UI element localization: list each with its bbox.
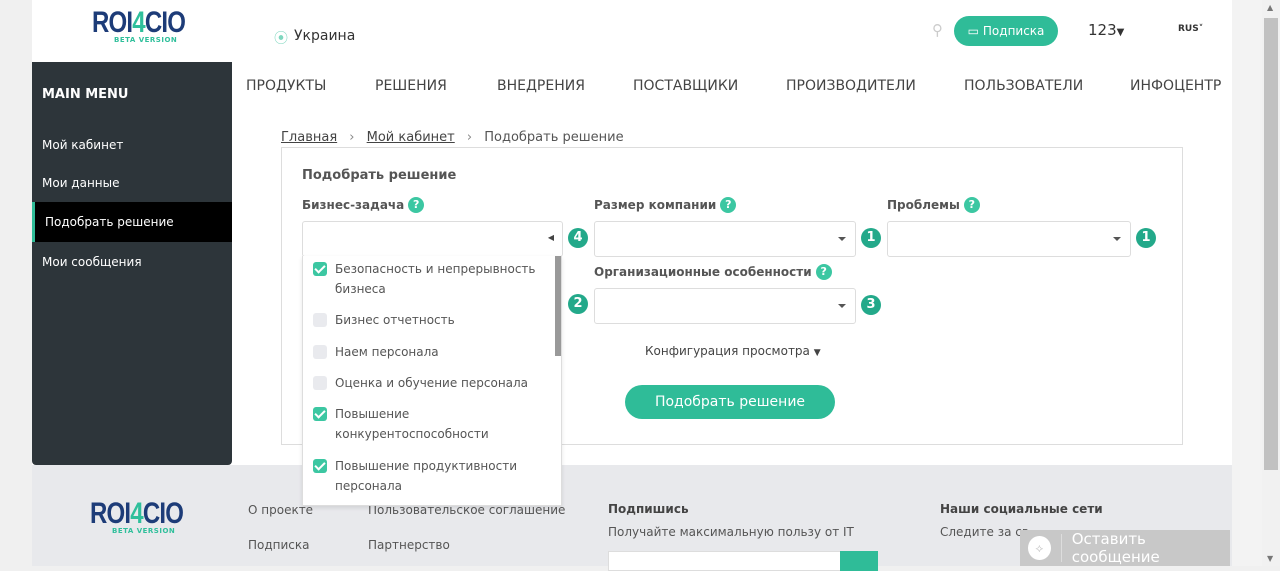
- caret-down-icon: ▼: [1116, 27, 1125, 38]
- label-text: Проблемы: [887, 198, 960, 212]
- problems-count: 1: [1136, 228, 1156, 248]
- subscribe-button[interactable]: ▭ Подписка: [954, 16, 1058, 46]
- search-icon[interactable]: ⚲: [932, 21, 943, 39]
- footer-subscribe-title: Подпишись: [608, 502, 689, 516]
- nav-vendors[interactable]: ПРОИЗВОДИТЕЛИ: [786, 78, 916, 94]
- footer-social-text: Следите за св: [940, 525, 1029, 539]
- caret-down-icon: [1113, 237, 1121, 241]
- nav-solutions[interactable]: РЕШЕНИЯ: [375, 78, 447, 94]
- label-text: Размер компании: [594, 198, 717, 212]
- checkbox-checked[interactable]: [313, 407, 327, 421]
- dropdown-option[interactable]: Бизнес отчетность: [313, 310, 543, 330]
- form-title: Подобрать решение: [302, 168, 457, 183]
- sidebar: MAIN MENU Мой кабинет Мои данные Подобра…: [32, 62, 232, 465]
- user-menu[interactable]: 123▼: [1088, 21, 1124, 39]
- option-label: Наем персонала: [335, 345, 439, 359]
- dropdown-scrollbar[interactable]: [555, 256, 561, 356]
- option-label: Оценка и обучение персонала: [335, 376, 529, 390]
- company-size-label: Размер компании?: [594, 197, 737, 213]
- dropdown-option[interactable]: Оценка и обучение персонала: [313, 373, 543, 393]
- label-text: Организационные особенности: [594, 265, 812, 279]
- business-task-label: Бизнес-задача?: [302, 197, 425, 213]
- sidebar-item-find-solution[interactable]: Подобрать решение: [32, 202, 232, 242]
- view-config-toggle[interactable]: Конфигурация просмотра ▼: [645, 344, 821, 358]
- label-text: Бизнес-задача: [302, 198, 405, 212]
- logo[interactable]: ROI4CIO BETA VERSION: [92, 6, 208, 44]
- subscribe-submit-button[interactable]: [840, 551, 878, 571]
- caret-down-icon: [838, 304, 846, 308]
- find-solution-button[interactable]: Подобрать решение: [625, 385, 835, 419]
- checkbox[interactable]: [313, 313, 327, 327]
- checkbox[interactable]: [313, 376, 327, 390]
- org-features-select[interactable]: [594, 288, 856, 324]
- dropdown-option[interactable]: Наем персонала: [313, 342, 543, 362]
- company-size-count: 1: [861, 228, 881, 248]
- dropdown-option[interactable]: Повышение конкурентоспособности: [313, 404, 543, 444]
- caret-left-icon: ◀: [547, 233, 554, 242]
- view-config-label: Конфигурация просмотра: [645, 344, 810, 358]
- option-label: Повышение продуктивности персонала: [335, 459, 518, 493]
- chat-label: Оставить сообщение: [1071, 530, 1160, 566]
- org-features-label: Организационные особенности?: [594, 264, 832, 280]
- business-task-dropdown: Безопасность и непрерывность бизнеса Биз…: [302, 256, 562, 506]
- nav-suppliers[interactable]: ПОСТАВЩИКИ: [633, 78, 738, 94]
- checkbox-checked[interactable]: [313, 262, 327, 276]
- footer-subscribe-text: Получайте максимальную пользу от IT: [608, 525, 854, 539]
- nav-users[interactable]: ПОЛЬЗОВАТЕЛИ: [964, 78, 1083, 94]
- org-features-count: 3: [861, 295, 881, 315]
- breadcrumb-home[interactable]: Главная: [281, 130, 337, 145]
- business-task-count: 4: [568, 228, 588, 248]
- breadcrumb-cabinet[interactable]: Мой кабинет: [367, 130, 455, 145]
- help-icon[interactable]: ?: [815, 264, 832, 280]
- problems-label: Проблемы?: [887, 197, 980, 213]
- right-gutter: [1232, 0, 1262, 566]
- breadcrumb-current: Подобрать решение: [484, 130, 624, 145]
- nav-implementations[interactable]: ВНЕДРЕНИЯ: [497, 78, 585, 94]
- nav-infocenter[interactable]: ИНФОЦЕНТР: [1130, 78, 1221, 94]
- problems-select[interactable]: [887, 221, 1131, 257]
- card-icon: ▭: [967, 24, 979, 38]
- map-pin-icon: ⦿: [274, 31, 288, 47]
- checkbox[interactable]: [313, 345, 327, 359]
- nav-products[interactable]: ПРОДУКТЫ: [246, 78, 326, 94]
- chat-icon: ⟡: [1028, 536, 1051, 560]
- footer-logo[interactable]: ROI4CIO BETA VERSION: [90, 497, 206, 535]
- option-label: Безопасность и непрерывность бизнеса: [335, 262, 536, 296]
- selection-count-badge: 2: [568, 294, 588, 314]
- footer-social-title: Наши социальные сети: [940, 502, 1103, 516]
- help-icon[interactable]: ?: [963, 197, 980, 213]
- leave-message-button[interactable]: ⟡ Оставить сообщение: [1020, 530, 1230, 566]
- option-label: Повышение конкурентоспособности: [335, 407, 489, 441]
- page-scrollbar[interactable]: ▲ ▼: [1262, 0, 1280, 566]
- breadcrumb: Главная › Мой кабинет › Подобрать решени…: [281, 130, 624, 145]
- sidebar-item-cabinet[interactable]: Мой кабинет: [32, 125, 232, 165]
- option-label: Бизнес отчетность: [335, 313, 455, 327]
- caret-down-icon: ▼: [813, 348, 821, 358]
- sidebar-title: MAIN MENU: [42, 87, 129, 102]
- business-task-select[interactable]: ◀: [302, 221, 563, 257]
- help-icon[interactable]: ?: [408, 197, 425, 213]
- checkbox-checked[interactable]: [313, 459, 327, 473]
- language-selector[interactable]: RUS˅: [1178, 24, 1203, 34]
- sidebar-item-my-data[interactable]: Мои данные: [32, 163, 232, 203]
- email-input[interactable]: [608, 551, 878, 571]
- caret-down-icon: [838, 237, 846, 241]
- sidebar-item-messages[interactable]: Мои сообщения: [32, 242, 232, 282]
- footer-link-partnership[interactable]: Партнерство: [368, 538, 450, 552]
- dropdown-option[interactable]: Повышение продуктивности персонала: [313, 456, 543, 496]
- dropdown-option[interactable]: Безопасность и непрерывность бизнеса: [313, 259, 543, 299]
- footer-link-subscription[interactable]: Подписка: [248, 538, 310, 552]
- company-size-select[interactable]: [594, 221, 856, 257]
- location-selector[interactable]: ⦿ Украина: [274, 28, 355, 48]
- help-icon[interactable]: ?: [720, 197, 737, 213]
- chevron-down-icon: ˅: [1198, 24, 1204, 34]
